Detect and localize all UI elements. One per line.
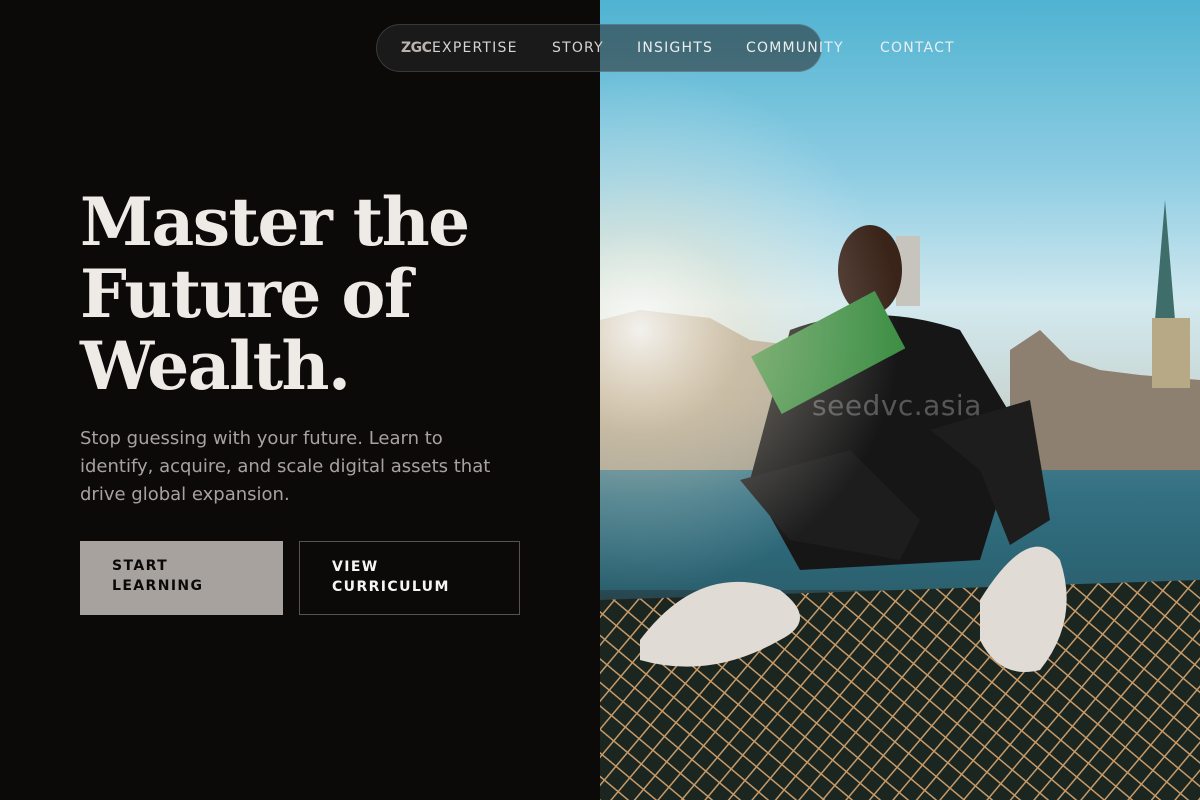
nav-link-contact[interactable]: CONTACT (880, 40, 955, 56)
hero-headline: Master the Future of Wealth. (80, 186, 560, 402)
hero-photo (600, 0, 1200, 800)
brand-logo[interactable]: ZGC (401, 40, 432, 56)
view-curriculum-label: VIEW CURRICULUM (332, 559, 450, 595)
nav-link-insights[interactable]: INSIGHTS (637, 40, 713, 56)
nav-link-story[interactable]: STORY (552, 40, 604, 56)
nav-link-expertise[interactable]: EXPERTISE (432, 40, 518, 56)
headline-line-2: Future of (80, 255, 412, 333)
start-learning-label: START LEARNING (112, 558, 204, 594)
headline-line-1: Master the (80, 183, 470, 261)
view-curriculum-button[interactable]: VIEW CURRICULUM (299, 541, 520, 615)
headline-line-3: Wealth. (80, 327, 351, 405)
hero-subtext: Stop guessing with your future. Learn to… (80, 428, 491, 505)
nav-link-community[interactable]: COMMUNITY (746, 40, 844, 56)
start-learning-button[interactable]: START LEARNING (80, 541, 283, 615)
